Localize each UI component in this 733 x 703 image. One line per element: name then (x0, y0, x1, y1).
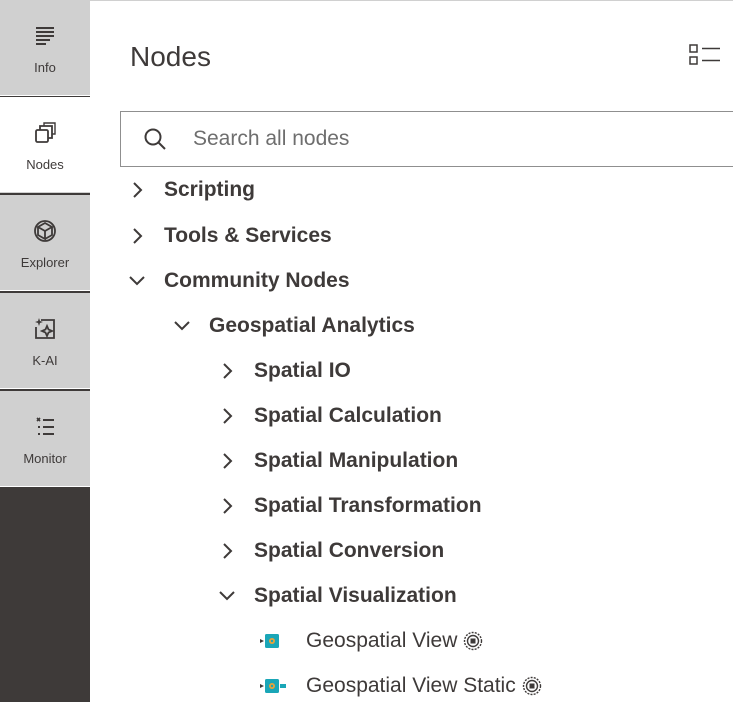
sidebar-tab-info[interactable]: Info (0, 0, 90, 96)
chevron-down-icon (174, 321, 190, 331)
tree-item-label: Spatial Visualization (254, 584, 457, 607)
tree-node-geospatial-view-static[interactable]: Geospatial View Static (260, 668, 542, 703)
chevron-right-icon (223, 408, 233, 424)
tree-item-label: Scripting (164, 178, 256, 201)
sidebar-tab-monitor[interactable]: Monitor (0, 391, 90, 487)
tree-item-label: Spatial Manipulation (254, 449, 459, 472)
sidebar-tab-label: Nodes (26, 157, 64, 172)
tree-item-label: Community Nodes (164, 269, 350, 292)
visualizer-node-icon (260, 679, 286, 693)
community-node-icon (464, 631, 483, 651)
chevron-right-icon (223, 453, 233, 469)
cube-icon (34, 220, 56, 242)
tree-category-spatial-conversion[interactable]: Spatial Conversion (218, 533, 444, 569)
sidebar-tab-k-ai[interactable]: K-AI (0, 293, 90, 389)
list-view-toggle-icon[interactable] (689, 43, 721, 67)
visualizer-node-icon (260, 634, 279, 648)
sidebar-tab-label: Monitor (23, 451, 67, 466)
chevron-right-icon (133, 228, 143, 244)
tree-category-spatial-calculation[interactable]: Spatial Calculation (218, 398, 442, 434)
tree-item-label: Spatial Calculation (254, 404, 442, 427)
sidebar-tab-label: Info (34, 60, 56, 75)
tree-item-label: Spatial Transformation (254, 494, 482, 517)
chevron-right-icon (133, 182, 143, 198)
list-monitor-icon (36, 417, 54, 435)
chevron-right-icon (223, 363, 233, 379)
chevron-down-icon (219, 591, 235, 601)
tree-node-label: Geospatial View (306, 629, 458, 652)
tree-item-label: Spatial IO (254, 359, 351, 382)
chevron-right-icon (223, 543, 233, 559)
chevron-right-icon (223, 498, 233, 514)
nodes-stack-icon (35, 122, 56, 143)
tree-node-geospatial-view[interactable]: Geospatial View (260, 623, 483, 659)
tree-category-spatial-visualization[interactable]: Spatial Visualization (218, 578, 457, 614)
tree-category-spatial-manipulation[interactable]: Spatial Manipulation (218, 443, 458, 479)
tree-category-scripting[interactable]: Scripting (128, 172, 255, 208)
sidebar-rail: Info Nodes Explorer K-AI Monitor (0, 0, 90, 702)
tree-category-spatial-transformation[interactable]: Spatial Transformation (218, 488, 482, 524)
tree-category-spatial-io[interactable]: Spatial IO (218, 353, 351, 389)
sparkle-chat-icon (35, 318, 55, 339)
tree-item-label: Geospatial Analytics (209, 314, 415, 337)
nodes-panel: Nodes Scripting Tools & Services Communi… (90, 0, 733, 702)
page-title: Nodes (130, 41, 211, 72)
search-input[interactable] (193, 124, 713, 154)
sidebar-tab-label: K-AI (32, 353, 58, 368)
tree-category-tools-services[interactable]: Tools & Services (128, 218, 332, 254)
tree-node-label: Geospatial View Static (306, 674, 516, 697)
sidebar-tab-explorer[interactable]: Explorer (0, 195, 90, 291)
node-repository-tree: Scripting Tools & Services Community Nod… (90, 168, 733, 703)
community-node-icon (522, 676, 541, 696)
search-icon (144, 128, 166, 150)
tree-item-label: Tools & Services (164, 224, 332, 247)
tree-item-label: Spatial Conversion (254, 539, 445, 562)
tree-category-geospatial-analytics[interactable]: Geospatial Analytics (173, 308, 415, 344)
info-lines-icon (36, 27, 54, 45)
search-box[interactable] (120, 111, 733, 167)
sidebar-tab-label: Explorer (20, 255, 70, 270)
sidebar-tab-nodes[interactable]: Nodes (0, 97, 90, 193)
chevron-down-icon (129, 276, 145, 286)
tree-category-community-nodes[interactable]: Community Nodes (128, 263, 350, 299)
